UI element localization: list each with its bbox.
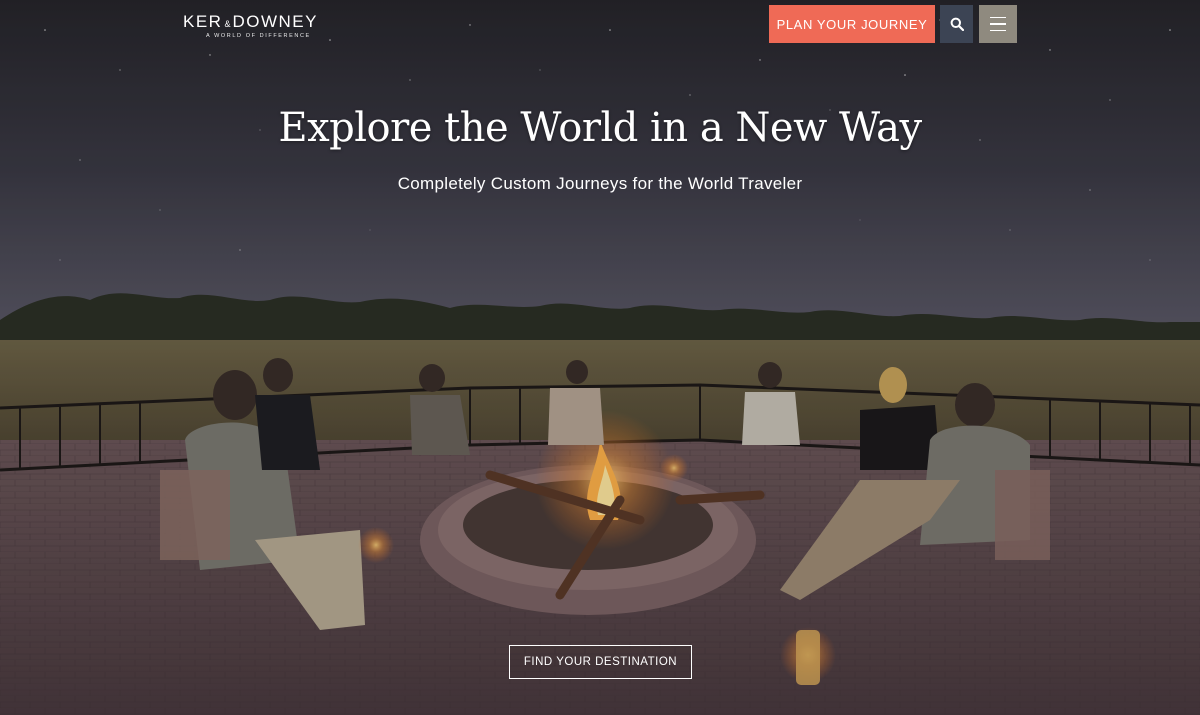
search-icon <box>950 17 964 31</box>
logo-ampersand: & <box>224 19 231 29</box>
logo-name-right: DOWNEY <box>232 12 318 31</box>
plan-your-journey-button[interactable]: PLAN YOUR JOURNEY <box>769 5 935 43</box>
logo-wordmark: KER & DOWNEY <box>183 13 343 33</box>
find-your-destination-button[interactable]: FIND YOUR DESTINATION <box>509 645 692 679</box>
hero-title: Explore the World in a New Way <box>278 105 922 151</box>
search-button[interactable] <box>940 5 973 43</box>
logo-name-left: KER <box>183 12 223 31</box>
brand-logo[interactable]: KER & DOWNEY A WORLD OF DIFFERENCE <box>183 13 343 40</box>
hamburger-menu-icon <box>990 16 1006 32</box>
menu-button[interactable] <box>979 5 1017 43</box>
logo-tagline: A WORLD OF DIFFERENCE <box>206 33 311 39</box>
hero-subtitle: Completely Custom Journeys for the World… <box>397 174 803 193</box>
